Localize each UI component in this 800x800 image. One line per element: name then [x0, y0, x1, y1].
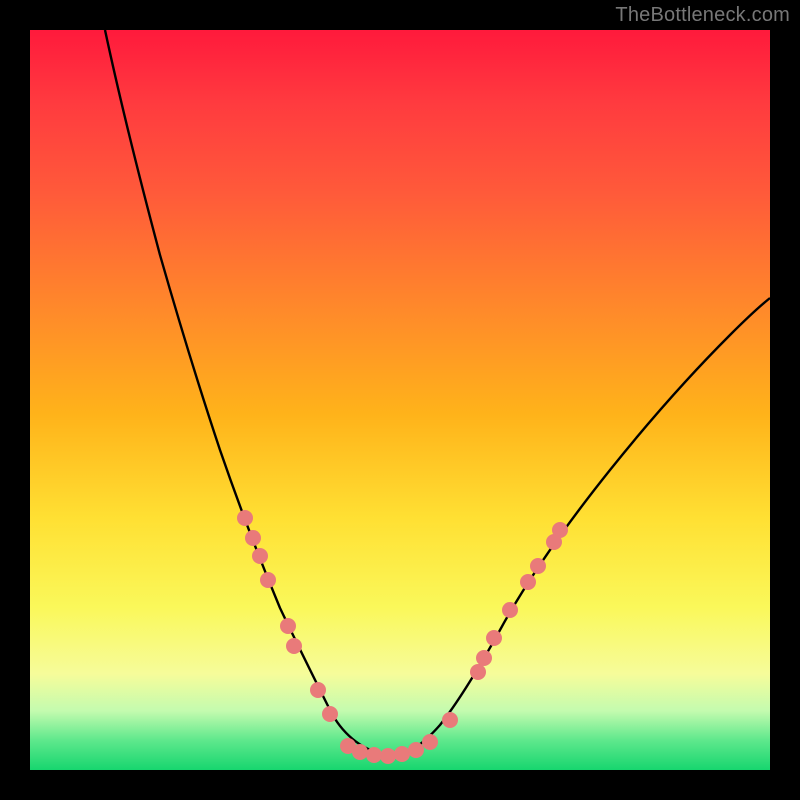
data-dot	[552, 522, 568, 538]
data-dot	[486, 630, 502, 646]
chart-svg	[30, 30, 770, 770]
data-dot	[366, 747, 382, 763]
data-dot	[442, 712, 458, 728]
outer-frame: TheBottleneck.com	[0, 0, 800, 800]
data-dot	[237, 510, 253, 526]
dots-left	[237, 510, 338, 722]
data-dot	[245, 530, 261, 546]
data-dot	[530, 558, 546, 574]
data-dot	[286, 638, 302, 654]
bottleneck-curve	[105, 30, 770, 755]
data-dot	[520, 574, 536, 590]
data-dot	[252, 548, 268, 564]
data-dot	[422, 734, 438, 750]
data-dot	[322, 706, 338, 722]
data-dot	[260, 572, 276, 588]
data-dot	[502, 602, 518, 618]
data-dot	[280, 618, 296, 634]
data-dot	[310, 682, 326, 698]
data-dot	[408, 742, 424, 758]
data-dot	[470, 664, 486, 680]
dots-bottom	[340, 734, 438, 764]
plot-area	[30, 30, 770, 770]
data-dot	[380, 748, 396, 764]
data-dot	[352, 744, 368, 760]
data-dot	[394, 746, 410, 762]
watermark-text: TheBottleneck.com	[615, 4, 790, 27]
data-dot	[476, 650, 492, 666]
